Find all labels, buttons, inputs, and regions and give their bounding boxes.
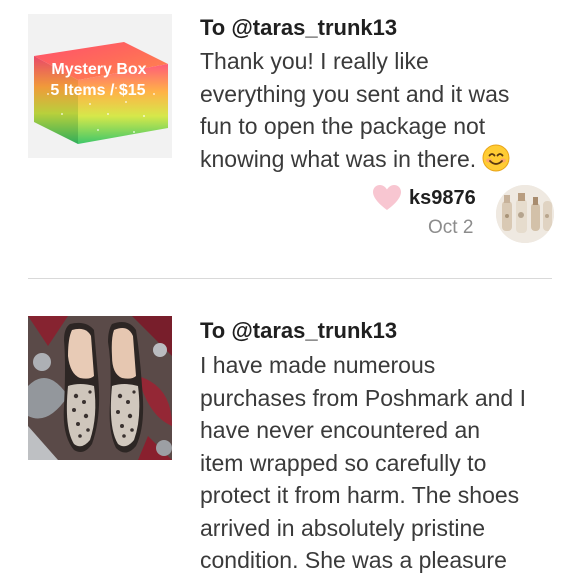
message-line-last: knowing what was in there. xyxy=(200,143,565,181)
message-line: have never encountered an xyxy=(200,417,481,443)
message-line: everything you sent and it was xyxy=(200,80,510,107)
note-recipient[interactable]: To @taras_trunk13 xyxy=(200,317,397,345)
smiling-face-emoji-icon xyxy=(482,144,510,181)
note-message: Thank you! I really like everything you … xyxy=(200,45,565,180)
note-date: Oct 2 xyxy=(428,217,474,238)
message-line: arrived in absolutely pristine xyxy=(200,514,486,541)
thumbnail-subtitle: 5 Items / $15 xyxy=(50,82,145,99)
message-line: protect it from harm. The shoes xyxy=(200,482,520,508)
note-recipient[interactable]: To @taras_trunk13 xyxy=(200,14,397,42)
note-message: I have made numerous purchases from Posh… xyxy=(200,349,565,577)
love-note-card: Mystery Box 5 Items / $15 To @taras_trun… xyxy=(0,0,580,262)
message-line: condition. She was a pleasure xyxy=(200,547,507,573)
love-note-card: To @taras_trunk13 I have made numerous p… xyxy=(0,280,580,580)
message-line: item wrapped so carefully to xyxy=(200,449,487,476)
avatar[interactable] xyxy=(496,185,554,243)
message-line-text: knowing what was in there. xyxy=(200,145,477,172)
message-line: I have made numerous xyxy=(200,352,436,378)
message-line: fun to open the package not xyxy=(200,113,486,139)
listing-thumbnail[interactable] xyxy=(28,316,172,460)
note-divider xyxy=(28,278,552,279)
heart-icon[interactable] xyxy=(372,184,402,212)
listing-thumbnail[interactable]: Mystery Box 5 Items / $15 xyxy=(28,14,172,158)
message-line: purchases from Poshmark and I xyxy=(200,384,526,411)
author-username[interactable]: ks9876 xyxy=(409,185,476,211)
message-line: Thank you! I really like xyxy=(200,48,429,74)
shoes-image xyxy=(28,316,172,460)
thumbnail-title: Mystery Box xyxy=(51,61,146,78)
mystery-box-image: Mystery Box 5 Items / $15 xyxy=(28,14,172,158)
